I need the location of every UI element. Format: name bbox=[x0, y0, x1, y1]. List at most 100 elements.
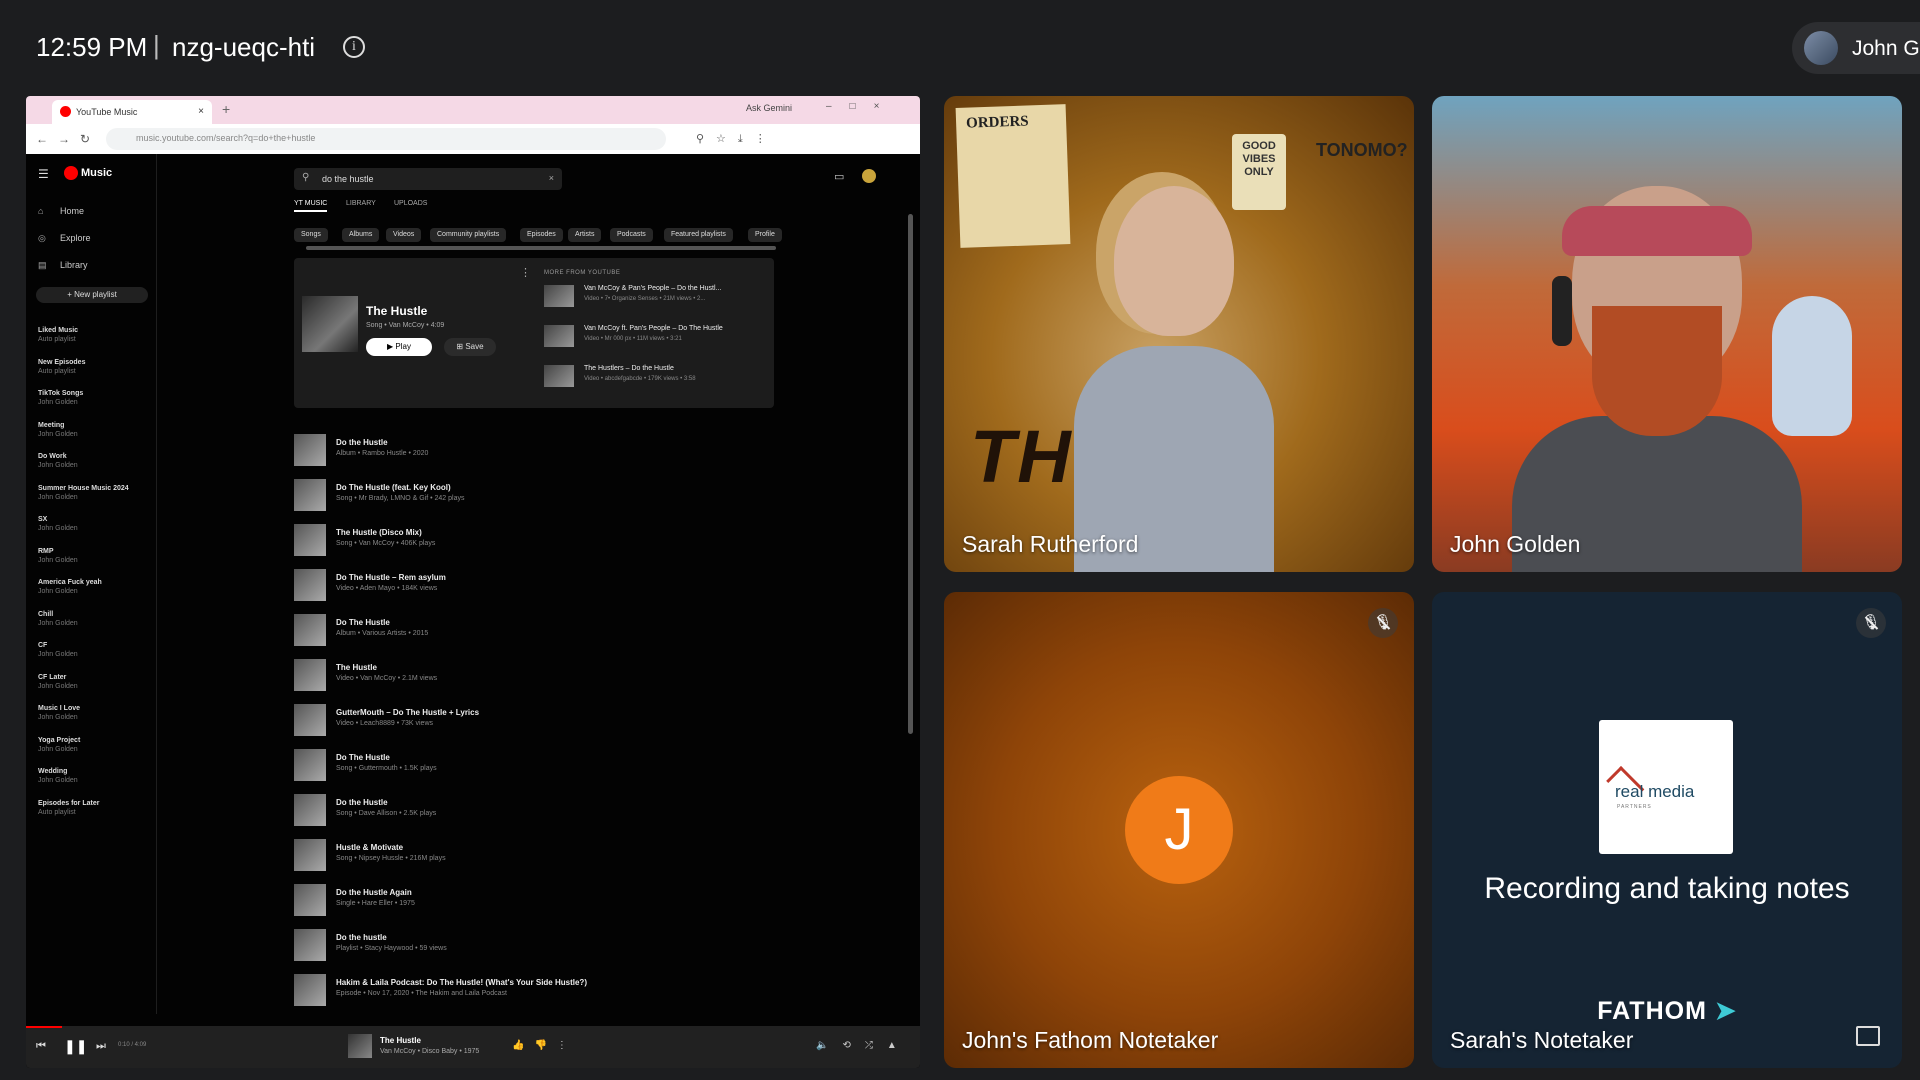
filter-chip[interactable]: Episodes bbox=[520, 228, 563, 242]
tab-library[interactable]: LIBRARY bbox=[346, 200, 376, 207]
list-item[interactable]: Van McCoy & Pan's People – Do the Hustl.… bbox=[544, 282, 774, 312]
play-button[interactable]: ▶ Play bbox=[366, 338, 432, 356]
playlist-item[interactable]: Do Work John Golden bbox=[38, 452, 78, 470]
yt-sidebar: ☰ Music ⌂ Home ◎ Explore ▤ Library + New pl… bbox=[26, 154, 157, 1014]
separator: | bbox=[153, 30, 160, 60]
now-playing-title[interactable]: The Hustle bbox=[380, 1036, 421, 1045]
new-playlist-button[interactable]: + New playlist bbox=[36, 287, 148, 303]
table-row[interactable]: GutterMouth – Do The Hustle + Lyrics Vide… bbox=[294, 702, 794, 740]
participant-name: Sarah's Notetaker bbox=[1450, 1027, 1634, 1053]
table-row[interactable]: Do the Hustle Album • Rambo Hustle • 2020 bbox=[294, 432, 794, 470]
result-thumbnail bbox=[294, 839, 326, 871]
participant-tile-sarahs-notetaker[interactable]: 🎙 real media PARTNERS Recording and taki… bbox=[1432, 592, 1902, 1068]
list-item[interactable]: The Hustlers – Do the Hustle Video • abcd… bbox=[544, 362, 774, 392]
previous-icon[interactable]: ⏮ bbox=[36, 1040, 46, 1053]
ask-gemini-button[interactable]: Ask Gemini bbox=[746, 103, 792, 113]
table-row[interactable]: Do the Hustle Again Single • Hare Eller •… bbox=[294, 882, 794, 920]
top-result-card[interactable]: The Hustle Song • Van McCoy • 4:09 ▶ Pla… bbox=[294, 258, 774, 408]
sidebar-item-home[interactable]: ⌂ Home bbox=[38, 206, 84, 216]
playlist-item[interactable]: Liked Music Auto playlist bbox=[38, 326, 78, 344]
pause-icon[interactable]: ❚❚ bbox=[64, 1038, 87, 1055]
info-icon[interactable]: i bbox=[343, 36, 365, 58]
browser-nav-icons[interactable]: ←→↻ bbox=[36, 132, 100, 146]
table-row[interactable]: Hustle & Motivate Song • Nipsey Hussle • … bbox=[294, 837, 794, 875]
playlist-owner: John Golden bbox=[38, 745, 78, 753]
playlist-title: Do Work bbox=[38, 453, 67, 460]
result-subtitle: Song • Van McCoy • 406K plays bbox=[336, 540, 436, 547]
table-row[interactable]: Do The Hustle Album • Various Artists • 2… bbox=[294, 612, 794, 650]
participant-tile-johns-notetaker[interactable]: 🎙 J John's Fathom Notetaker bbox=[944, 592, 1414, 1068]
hamburger-menu-icon[interactable]: ☰ bbox=[38, 167, 49, 181]
more-options-icon[interactable]: ⋮ bbox=[520, 266, 531, 279]
table-row[interactable]: Do The Hustle Song • Guttermouth • 1.5K p… bbox=[294, 747, 794, 785]
browser-toolbar-icons[interactable]: ⚲☆⤓⋮ bbox=[696, 132, 778, 146]
close-tab-icon[interactable]: × bbox=[198, 106, 204, 117]
home-icon: ⌂ bbox=[38, 206, 44, 216]
list-item[interactable]: Van McCoy ft. Pan's People – Do The Hust… bbox=[544, 322, 774, 352]
playlist-title: TikTok Songs bbox=[38, 390, 84, 397]
table-row[interactable]: The Hustle (Disco Mix) Song • Van McCoy •… bbox=[294, 522, 794, 560]
chip-scrollbar[interactable] bbox=[306, 246, 776, 250]
playlist-item[interactable]: CF John Golden bbox=[38, 641, 78, 659]
filter-chip[interactable]: Featured playlists bbox=[664, 228, 733, 242]
playlist-item[interactable]: Episodes for Later Auto playlist bbox=[38, 799, 99, 817]
playlist-item[interactable]: Music I Love John Golden bbox=[38, 704, 80, 722]
sidebar-item-library[interactable]: ▤ Library bbox=[38, 260, 88, 271]
meeting-code: nzg-ueqc-hti bbox=[172, 32, 316, 62]
search-input[interactable]: ⚲ do the hustle × bbox=[294, 168, 562, 190]
yt-logo-text: Music bbox=[81, 167, 113, 179]
table-row[interactable]: Do the Hustle Song • Dave Allison • 2.5K … bbox=[294, 792, 794, 830]
new-tab-icon[interactable]: + bbox=[222, 101, 230, 117]
participant-tile-john[interactable]: John Golden bbox=[1432, 96, 1902, 572]
playlist-item[interactable]: RMP John Golden bbox=[38, 547, 78, 565]
playlist-item[interactable]: Summer House Music 2024 John Golden bbox=[38, 484, 129, 502]
filter-chip[interactable]: Songs bbox=[294, 228, 328, 242]
table-row[interactable]: Hakim & Laila Podcast: Do The Hustle! (W… bbox=[294, 972, 794, 1010]
playlist-owner: John Golden bbox=[38, 619, 78, 627]
player-controls-icons[interactable]: 🔈⟲⤮▲ bbox=[816, 1040, 911, 1051]
browser-tab[interactable]: YouTube Music × bbox=[52, 100, 212, 124]
filter-chip[interactable]: Artists bbox=[568, 228, 602, 242]
top-result-thumbnail[interactable] bbox=[302, 296, 358, 352]
playlist-item[interactable]: Yoga Project John Golden bbox=[38, 736, 80, 754]
window-controls[interactable]: –□× bbox=[826, 101, 897, 112]
filter-chip[interactable]: Videos bbox=[386, 228, 422, 242]
shared-screen[interactable]: YouTube Music × + Ask Gemini –□× ←→↻ mus… bbox=[26, 96, 920, 1068]
playlist-item[interactable]: America Fuck yeah John Golden bbox=[38, 578, 102, 596]
top-result-title[interactable]: The Hustle bbox=[366, 304, 427, 318]
playlist-item[interactable]: TikTok Songs John Golden bbox=[38, 389, 83, 407]
tab-yt-music[interactable]: YT MUSIC bbox=[294, 200, 328, 212]
table-row[interactable]: The Hustle Video • Van McCoy • 2.1M views bbox=[294, 657, 794, 695]
playlist-item[interactable]: SX John Golden bbox=[38, 515, 78, 533]
user-chip[interactable]: John G bbox=[1792, 22, 1920, 74]
now-playing-thumbnail[interactable] bbox=[348, 1034, 372, 1058]
like-dislike-icons[interactable]: 👍👎⋮ bbox=[512, 1040, 577, 1051]
orders-text: ORDERS bbox=[965, 113, 1029, 132]
expand-icon[interactable] bbox=[1856, 1026, 1880, 1046]
playlist-item[interactable]: Meeting John Golden bbox=[38, 421, 78, 439]
playlist-item[interactable]: New Episodes Auto playlist bbox=[38, 358, 85, 376]
save-button[interactable]: ⊞ Save bbox=[444, 338, 496, 356]
page-scrollbar[interactable] bbox=[908, 214, 913, 734]
sidebar-item-explore[interactable]: ◎ Explore bbox=[38, 233, 91, 244]
playlist-item[interactable]: Chill John Golden bbox=[38, 610, 78, 628]
playlist-item[interactable]: CF Later John Golden bbox=[38, 673, 78, 691]
account-avatar[interactable] bbox=[862, 169, 876, 183]
participant-tile-sarah[interactable]: ORDERS GOOD VIBES ONLY TONOMO? THI NE Sa… bbox=[944, 96, 1414, 572]
playback-progress[interactable] bbox=[26, 1026, 62, 1028]
filter-chip[interactable]: Profile bbox=[748, 228, 782, 242]
filter-chip[interactable]: Podcasts bbox=[610, 228, 653, 242]
playlist-item[interactable]: Wedding John Golden bbox=[38, 767, 78, 785]
playlist-title: CF Later bbox=[38, 673, 67, 681]
tab-uploads[interactable]: UPLOADS bbox=[394, 200, 427, 207]
cast-icon[interactable]: ▭ bbox=[834, 170, 844, 183]
table-row[interactable]: Do The Hustle (feat. Key Kool) Song • Mr … bbox=[294, 477, 794, 515]
table-row[interactable]: Do the hustle Playlist • Stacy Haywood • … bbox=[294, 927, 794, 965]
next-icon[interactable]: ⏭ bbox=[96, 1040, 106, 1053]
address-bar[interactable]: music.youtube.com/search?q=do+the+hustle bbox=[106, 128, 666, 150]
table-row[interactable]: Do The Hustle – Rem asylum Video • Aden M… bbox=[294, 567, 794, 605]
filter-chip[interactable]: Community playlists bbox=[430, 228, 507, 242]
filter-chip[interactable]: Albums bbox=[342, 228, 380, 242]
clear-search-icon[interactable]: × bbox=[549, 173, 554, 183]
user-chip-name: John G bbox=[1852, 37, 1920, 60]
